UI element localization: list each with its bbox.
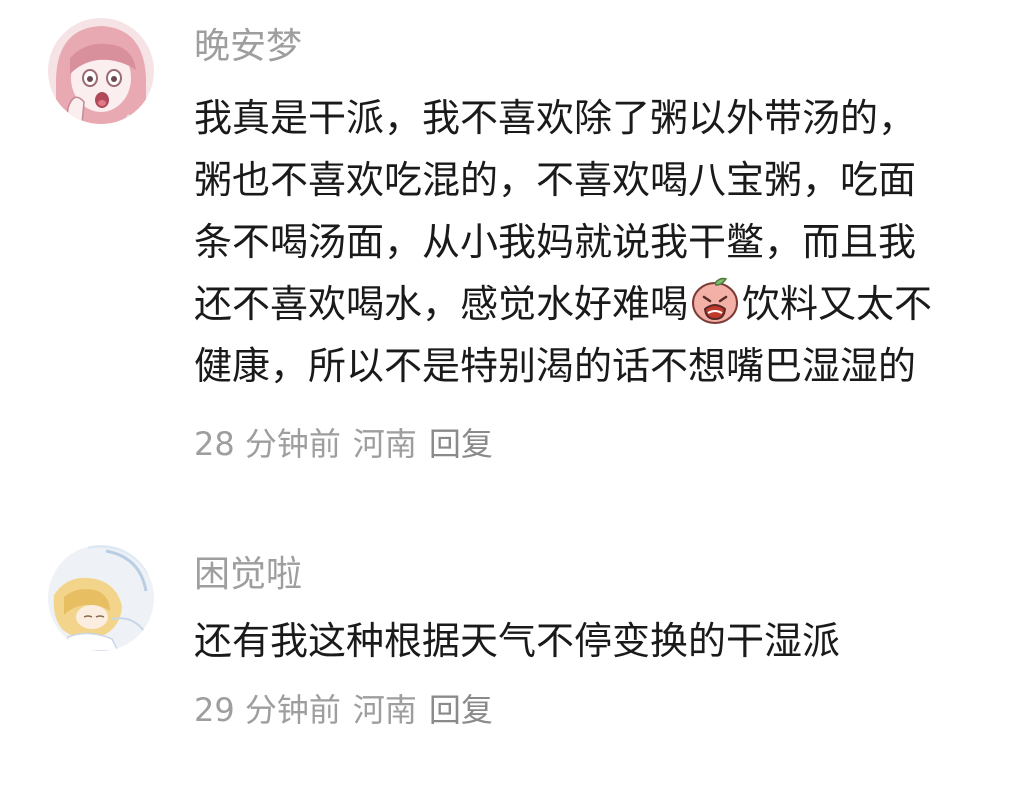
content-line-part: 还不喜欢喝水，感觉水好难喝	[194, 282, 689, 326]
comment-meta: 29 分钟前 河南 回复	[194, 690, 505, 730]
reply-button[interactable]: 回复	[429, 425, 493, 463]
reply-button[interactable]: 回复	[429, 691, 493, 729]
comment-time: 29 分钟前	[194, 691, 341, 729]
content-line: 还有我这种根据天气不停变换的干湿派	[194, 619, 841, 663]
user-avatar[interactable]	[48, 545, 154, 651]
content-line: 我真是干派，我不喜欢除了粥以外带汤的，	[194, 96, 917, 140]
content-line-part: 饮料又太不	[742, 282, 933, 326]
comment-content: 还有我这种根据天气不停变换的干湿派	[194, 610, 1009, 672]
anime-girl-blonde-avatar-icon	[48, 545, 154, 651]
anime-girl-pink-avatar-icon	[48, 18, 154, 124]
content-line: 条不喝汤面，从小我妈就说我干鳖，而且我	[194, 220, 917, 264]
user-avatar[interactable]	[48, 18, 154, 124]
comment-content: 我真是干派，我不喜欢除了粥以外带汤的， 粥也不喜欢吃混的，不喜欢喝八宝粥，吃面 …	[194, 87, 1009, 397]
comment-meta: 28 分钟前 河南 回复	[194, 424, 505, 464]
comment-item: 晚安梦 我真是干派，我不喜欢除了粥以外带汤的， 粥也不喜欢吃混的，不喜欢喝八宝粥…	[0, 0, 1025, 480]
username[interactable]: 困觉啦	[194, 552, 302, 598]
comment-item: 困觉啦 还有我这种根据天气不停变换的干湿派 29 分钟前 河南 回复	[0, 480, 1025, 786]
content-line: 粥也不喜欢吃混的，不喜欢喝八宝粥，吃面	[194, 158, 917, 202]
crying-peach-emoji-icon	[690, 275, 740, 325]
content-line: 健康，所以不是特别渴的话不想嘴巴湿湿的	[194, 344, 917, 388]
comment-time: 28 分钟前	[194, 425, 341, 463]
content-line-with-emoji: 还不喜欢喝水，感觉水好难喝 饮料又太不	[194, 273, 1009, 335]
username[interactable]: 晚安梦	[194, 24, 302, 70]
comment-location: 河南	[352, 691, 417, 729]
comment-location: 河南	[352, 425, 417, 463]
